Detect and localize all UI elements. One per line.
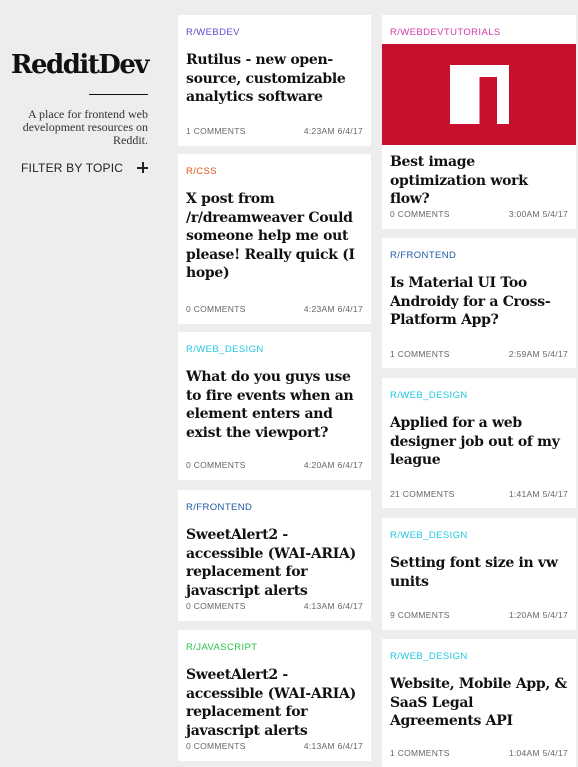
post-comments[interactable]: 0 COMMENTS bbox=[186, 304, 246, 314]
post-meta: 0 COMMENTS 3:00AM 5/4/17 bbox=[390, 209, 568, 219]
site-tagline: A place for frontend web development res… bbox=[22, 107, 148, 147]
post-card[interactable]: R/JAVASCRIPT SweetAlert2 - accessible (W… bbox=[178, 630, 371, 761]
filter-label: FILTER BY TOPIC bbox=[21, 161, 124, 175]
post-meta: 0 COMMENTS 4:13AM 6/4/17 bbox=[186, 741, 363, 751]
post-subreddit[interactable]: R/WEB_DESIGN bbox=[390, 530, 468, 541]
post-time: 2:59AM 5/4/17 bbox=[508, 349, 568, 359]
post-title[interactable]: Website, Mobile App, & SaaS Legal Agreem… bbox=[390, 675, 568, 731]
post-card[interactable]: R/FRONTEND Is Material UI Too Androidy f… bbox=[382, 238, 576, 368]
post-time: 4:13AM 6/4/17 bbox=[303, 601, 363, 611]
post-comments[interactable]: 1 COMMENTS bbox=[390, 349, 450, 359]
post-card[interactable]: R/WEB_DESIGN What do you guys use to fir… bbox=[178, 332, 371, 480]
post-title[interactable]: Is Material UI Too Androidy for a Cross-… bbox=[390, 274, 568, 330]
post-time: 4:13AM 6/4/17 bbox=[303, 741, 363, 751]
post-subreddit[interactable]: R/WEBDEV bbox=[186, 27, 240, 38]
post-comments[interactable]: 0 COMMENTS bbox=[390, 209, 450, 219]
post-title[interactable]: What do you guys use to fire events when… bbox=[186, 368, 363, 442]
post-time: 1:41AM 5/4/17 bbox=[508, 489, 568, 499]
post-comments[interactable]: 9 COMMENTS bbox=[390, 610, 450, 620]
post-time: 3:00AM 5/4/17 bbox=[508, 209, 568, 219]
post-meta: 0 COMMENTS 4:20AM 6/4/17 bbox=[186, 460, 363, 470]
post-comments[interactable]: 0 COMMENTS bbox=[186, 460, 246, 470]
post-card[interactable]: R/CSS X post from /r/dreamweaver Could s… bbox=[178, 154, 371, 324]
post-comments[interactable]: 0 COMMENTS bbox=[186, 741, 246, 751]
post-subreddit[interactable]: R/FRONTEND bbox=[186, 502, 252, 513]
post-comments[interactable]: 21 COMMENTS bbox=[390, 489, 455, 499]
post-time: 4:23AM 6/4/17 bbox=[303, 304, 363, 314]
post-meta: 0 COMMENTS 4:13AM 6/4/17 bbox=[186, 601, 363, 611]
post-title[interactable]: SweetAlert2 - accessible (WAI-ARIA) repl… bbox=[186, 526, 363, 600]
post-meta: 0 COMMENTS 4:23AM 6/4/17 bbox=[186, 304, 363, 314]
post-comments[interactable]: 1 COMMENTS bbox=[186, 126, 246, 136]
post-time: 4:23AM 6/4/17 bbox=[303, 126, 363, 136]
post-meta: 1 COMMENTS 2:59AM 5/4/17 bbox=[390, 349, 568, 359]
post-card[interactable]: R/WEB_DESIGN Setting font size in vw uni… bbox=[382, 518, 576, 630]
post-subreddit[interactable]: R/JAVASCRIPT bbox=[186, 642, 258, 653]
post-meta: 1 COMMENTS 4:23AM 6/4/17 bbox=[186, 126, 363, 136]
post-title[interactable]: Rutilus - new open-source, customizable … bbox=[186, 51, 363, 107]
post-card[interactable]: R/FRONTEND SweetAlert2 - accessible (WAI… bbox=[178, 490, 371, 621]
post-subreddit[interactable]: R/WEB_DESIGN bbox=[390, 390, 468, 401]
post-comments[interactable]: 1 COMMENTS bbox=[390, 748, 450, 758]
post-title[interactable]: Applied for a web designer job out of my… bbox=[390, 414, 568, 470]
plus-icon[interactable] bbox=[137, 162, 148, 173]
post-subreddit[interactable]: R/CSS bbox=[186, 166, 217, 177]
post-subreddit[interactable]: R/WEBDEVTUTORIALS bbox=[390, 27, 501, 38]
post-thumbnail[interactable] bbox=[382, 44, 576, 145]
post-title[interactable]: SweetAlert2 - accessible (WAI-ARIA) repl… bbox=[186, 666, 363, 740]
npm-logo-icon bbox=[450, 65, 509, 124]
post-title[interactable]: Setting font size in vw units bbox=[390, 554, 568, 591]
site-logo[interactable]: RedditDev bbox=[11, 50, 150, 80]
filter-by-topic-toggle[interactable]: FILTER BY TOPIC bbox=[21, 160, 148, 176]
post-title[interactable]: X post from /r/dreamweaver Could someone… bbox=[186, 190, 363, 283]
post-time: 1:04AM 5/4/17 bbox=[508, 748, 568, 758]
post-title[interactable]: Best image optimization work flow? bbox=[390, 153, 568, 209]
post-card[interactable]: R/WEB_DESIGN Website, Mobile App, & SaaS… bbox=[382, 639, 576, 767]
logo-divider bbox=[89, 94, 148, 95]
post-card[interactable]: R/WEB_DESIGN Applied for a web designer … bbox=[382, 378, 576, 508]
post-subreddit[interactable]: R/WEB_DESIGN bbox=[390, 651, 468, 662]
post-meta: 21 COMMENTS 1:41AM 5/4/17 bbox=[390, 489, 568, 499]
post-meta: 9 COMMENTS 1:20AM 5/4/17 bbox=[390, 610, 568, 620]
post-time: 4:20AM 6/4/17 bbox=[303, 460, 363, 470]
post-card[interactable]: R/WEBDEVTUTORIALS Best image optimizatio… bbox=[382, 15, 576, 229]
post-time: 1:20AM 5/4/17 bbox=[508, 610, 568, 620]
post-meta: 1 COMMENTS 1:04AM 5/4/17 bbox=[390, 748, 568, 758]
post-subreddit[interactable]: R/WEB_DESIGN bbox=[186, 344, 264, 355]
post-comments[interactable]: 0 COMMENTS bbox=[186, 601, 246, 611]
post-subreddit[interactable]: R/FRONTEND bbox=[390, 250, 456, 261]
post-card[interactable]: R/WEBDEV Rutilus - new open-source, cust… bbox=[178, 15, 371, 146]
